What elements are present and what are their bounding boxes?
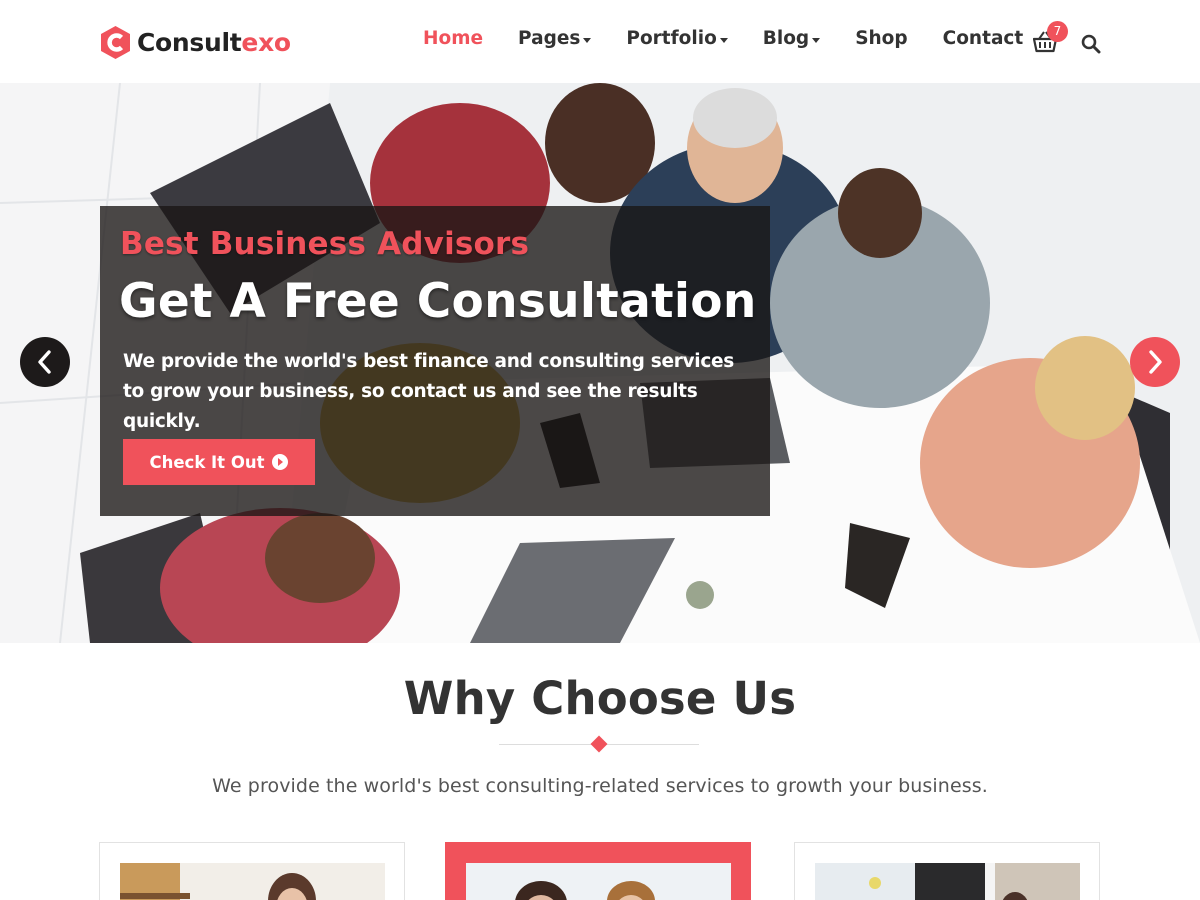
slider-prev-button[interactable] — [20, 337, 70, 387]
section-subtitle: We provide the world's best consulting-r… — [212, 775, 988, 797]
check-it-out-button[interactable]: Check It Out — [123, 439, 315, 485]
feature-card[interactable] — [794, 842, 1100, 900]
chevron-left-icon — [38, 350, 51, 374]
diamond-icon — [590, 735, 608, 753]
feature-card-image — [815, 863, 1080, 900]
nav-item-home[interactable]: Home — [423, 28, 483, 49]
nav-item-label: Home — [423, 28, 484, 49]
nav-item-shop[interactable]: Shop — [855, 28, 907, 49]
hero-title: Get A Free Consultation — [119, 274, 757, 329]
feature-card-image — [466, 863, 731, 900]
cart-count-badge: 7 — [1047, 21, 1068, 42]
main-nav: Home Pages Portfolio Blog Shop Contact — [423, 28, 1058, 49]
arrow-circle-right-icon — [272, 454, 289, 470]
logo-text: Consultexo — [137, 28, 291, 57]
slider-next-button[interactable] — [1130, 337, 1180, 387]
nav-item-label: Blog — [762, 28, 810, 49]
logo-text-main: Consult — [137, 27, 242, 57]
caret-down-icon — [583, 37, 592, 43]
section-title: Why Choose Us — [403, 672, 797, 725]
logo-hexagon-icon — [101, 25, 130, 59]
nav-item-label: Pages — [518, 28, 581, 49]
hero-slider: Best Business Advisors Get A Free Consul… — [0, 83, 1200, 643]
hero-caption: Best Business Advisors Get A Free Consul… — [100, 206, 770, 516]
logo-text-accent: exo — [241, 27, 291, 57]
chevron-right-icon — [1149, 350, 1162, 374]
site-header: Consultexo Home Pages Portfolio Blog Sho… — [0, 0, 1200, 83]
caret-down-icon — [812, 37, 821, 43]
nav-item-label: Contact — [942, 28, 1024, 49]
nav-item-label: Shop — [855, 28, 908, 49]
search-icon[interactable] — [1081, 34, 1101, 54]
nav-item-blog[interactable]: Blog — [762, 28, 821, 49]
nav-item-portfolio[interactable]: Portfolio — [626, 28, 728, 49]
feature-card-image — [120, 863, 385, 900]
feature-card[interactable] — [99, 842, 405, 900]
logo[interactable]: Consultexo — [99, 24, 291, 60]
caret-down-icon — [719, 37, 728, 43]
hero-description: We provide the world's best finance and … — [123, 351, 734, 432]
nav-item-contact[interactable]: Contact — [943, 28, 1024, 49]
check-it-out-label: Check It Out — [149, 452, 265, 472]
hero-kicker: Best Business Advisors — [120, 226, 530, 262]
feature-card-highlighted[interactable] — [445, 842, 751, 900]
nav-item-label: Portfolio — [626, 28, 717, 49]
nav-item-pages[interactable]: Pages — [518, 28, 592, 49]
